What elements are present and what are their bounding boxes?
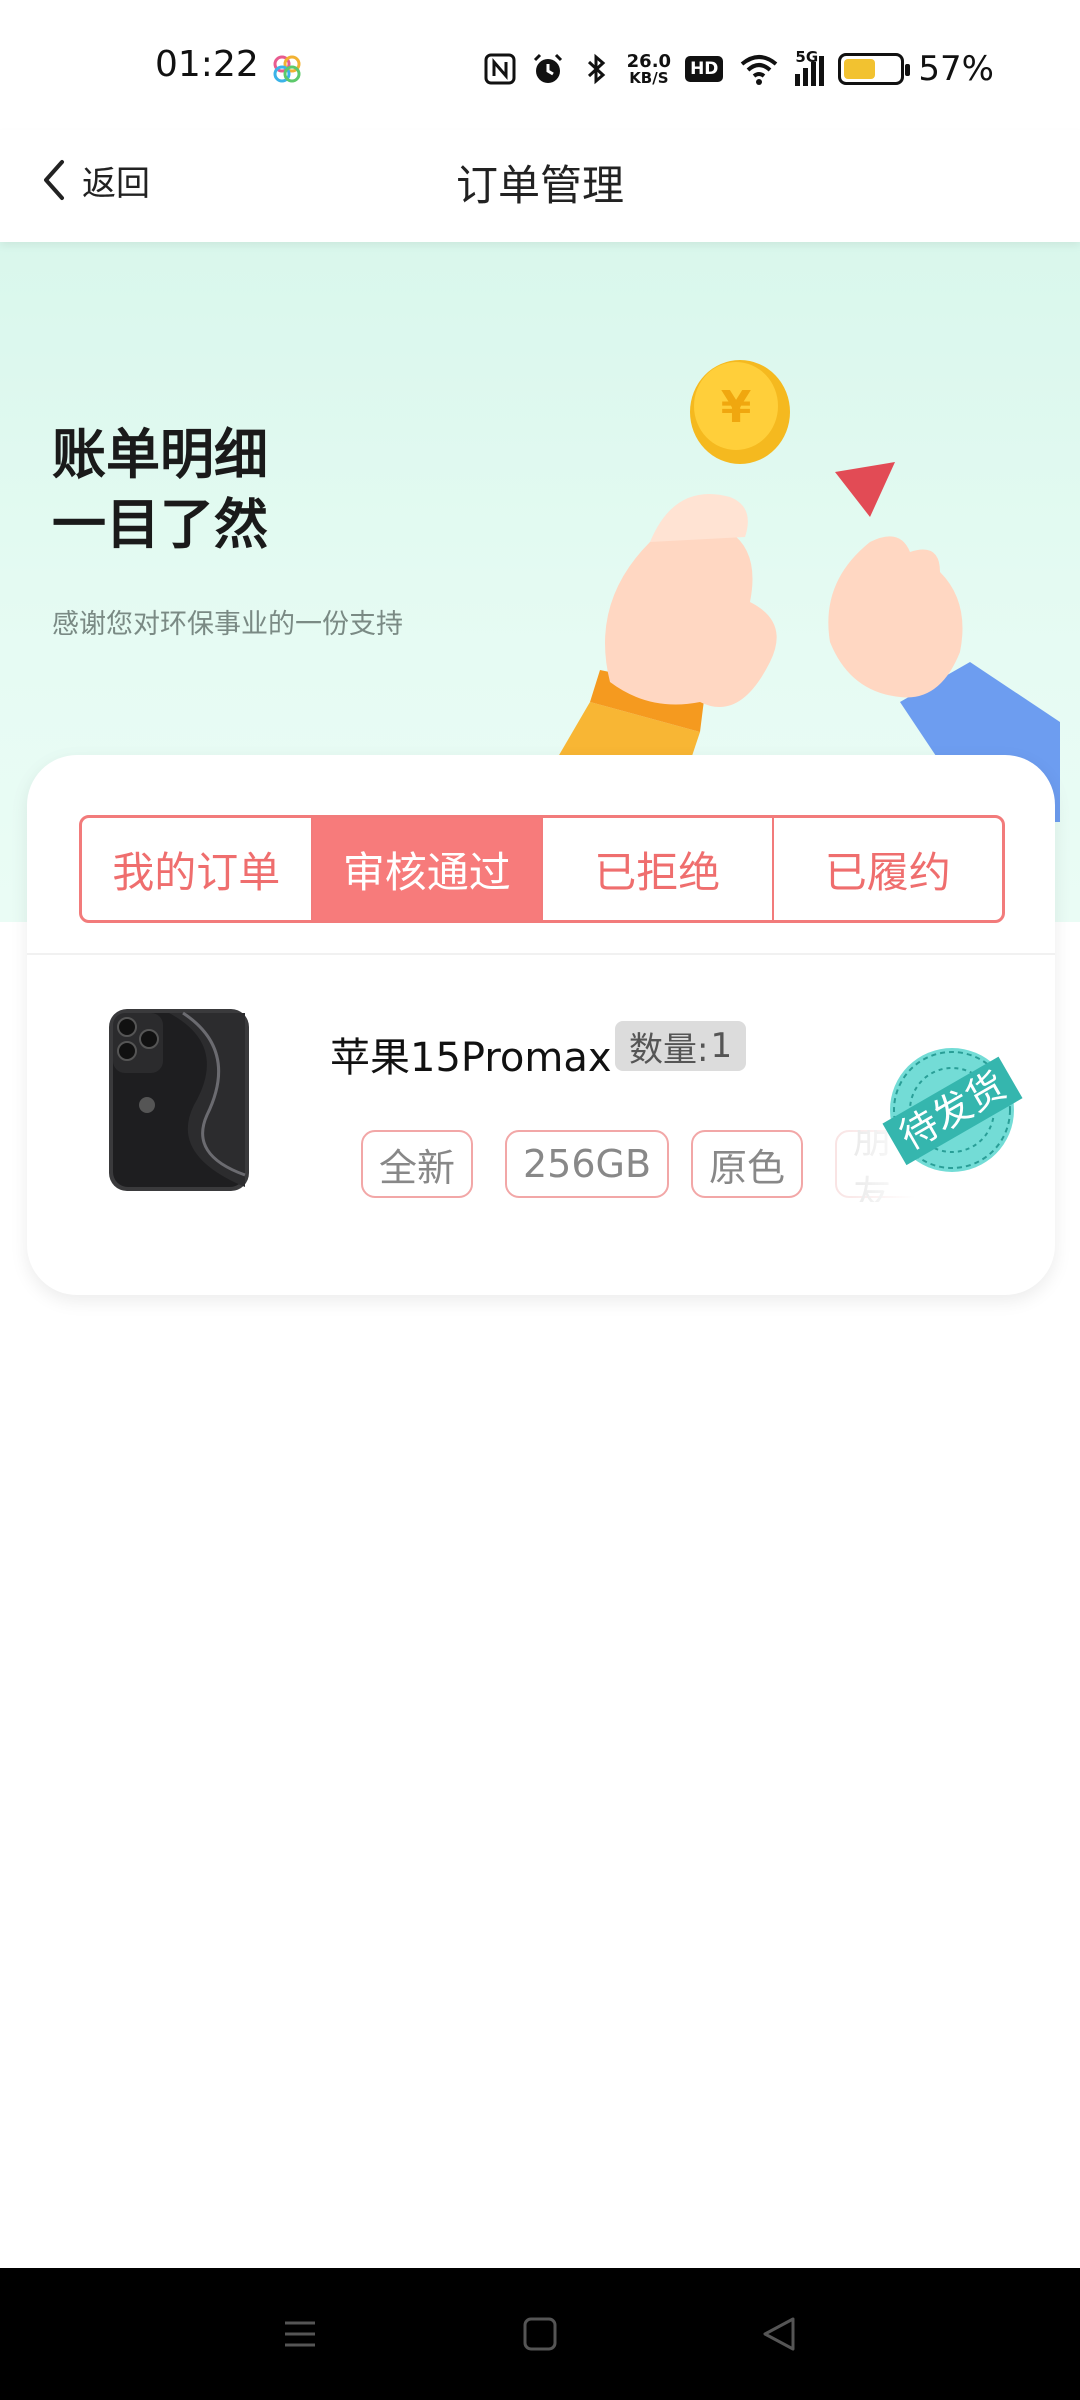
order-list-item[interactable]: 苹果15Promax 数量:1 全新 256GB 原色 朋友 待发货 xyxy=(27,955,1055,1275)
signal-bar-icon xyxy=(819,56,825,86)
tab-approved[interactable]: 审核通过 xyxy=(312,818,543,920)
battery-percent: 57% xyxy=(918,49,994,89)
triangle-back-icon[interactable] xyxy=(755,2309,805,2359)
status-time: 01:22 xyxy=(155,44,259,85)
order-card: 我的订单 审核通过 已拒绝 已履约 苹果15Promax 数量: 1 全新 256… xyxy=(27,755,1055,1295)
app-notification-icon xyxy=(273,55,301,83)
heart-piece-icon xyxy=(835,462,895,517)
spec-tag: 全新 xyxy=(361,1130,474,1198)
alarm-icon xyxy=(533,53,562,83)
tab-rejected[interactable]: 已拒绝 xyxy=(543,818,774,920)
bluetooth-icon xyxy=(587,53,605,85)
order-status-tabs: 我的订单 审核通过 已拒绝 已履约 xyxy=(79,815,1005,923)
cellular-signal: 5G xyxy=(795,48,825,86)
status-stamp: 待发货 xyxy=(882,1048,1023,1172)
spec-tag-list: 全新 256GB 原色 朋友 xyxy=(333,1130,933,1202)
wifi-icon xyxy=(741,55,778,85)
quantity-badge: 数量: 1 xyxy=(615,1021,747,1071)
battery-level-fill xyxy=(844,59,876,79)
system-nav-bar xyxy=(0,2268,1080,2400)
spec-tag: 原色 xyxy=(691,1130,804,1198)
nfc-icon xyxy=(484,53,516,85)
banner-title: 账单明细 一目了然 xyxy=(52,423,268,556)
signal-bar-icon xyxy=(795,74,801,86)
page-title: 订单管理 xyxy=(455,161,624,210)
tab-my-orders[interactable]: 我的订单 xyxy=(82,818,313,920)
quantity-value: 1 xyxy=(710,1026,733,1066)
signal-bar-icon xyxy=(803,68,809,86)
tab-fulfilled[interactable]: 已履约 xyxy=(774,818,1003,920)
product-name: 苹果15Promax xyxy=(330,1035,612,1081)
hands-coin-illustration: ¥ xyxy=(520,360,1060,822)
quantity-label: 数量: xyxy=(629,1029,709,1070)
hd-badge: HD xyxy=(685,56,724,82)
app-header: 返回 订单管理 xyxy=(0,130,1080,242)
signal-type-label: 5G xyxy=(795,48,819,66)
network-speed: 26.0 KB/S xyxy=(627,52,671,86)
banner-subtitle: 感谢您对环保事业的一份支持 xyxy=(52,609,403,640)
spec-tag: 256GB xyxy=(505,1130,670,1198)
menu-icon[interactable] xyxy=(275,2309,325,2359)
battery-icon xyxy=(838,53,911,85)
status-bar: 01:22 26.0 KB/S HD 5G 57% xyxy=(0,0,1080,130)
product-image xyxy=(109,1009,249,1191)
status-icons: 26.0 KB/S HD 5G 57% xyxy=(483,44,994,94)
svg-text:¥: ¥ xyxy=(721,382,752,433)
network-speed-unit: KB/S xyxy=(629,69,669,87)
square-home-icon[interactable] xyxy=(515,2309,565,2359)
yuan-coin-icon: ¥ xyxy=(690,360,790,464)
